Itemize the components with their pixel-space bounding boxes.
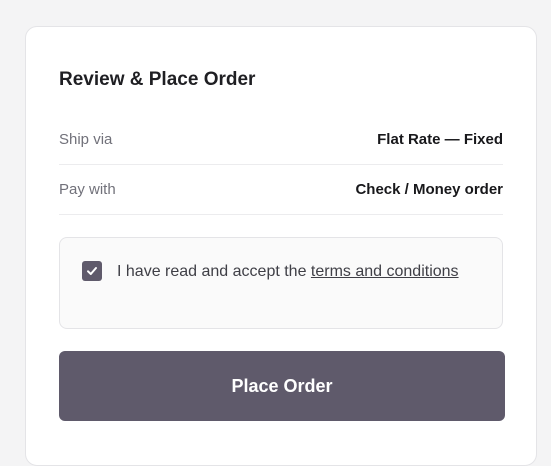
terms-and-conditions-link[interactable]: terms and conditions bbox=[311, 263, 459, 280]
payment-method-value: Check / Money order bbox=[355, 181, 503, 198]
payment-method-row: Pay with Check / Money order bbox=[59, 165, 503, 215]
shipping-method-label: Ship via bbox=[59, 131, 113, 148]
terms-label: I have read and accept the terms and con… bbox=[117, 260, 459, 284]
order-review-card: Review & Place Order Ship via Flat Rate … bbox=[25, 26, 537, 466]
shipping-method-value: Flat Rate — Fixed bbox=[377, 131, 503, 148]
checkmark-icon bbox=[87, 267, 97, 275]
terms-checkbox[interactable] bbox=[82, 261, 102, 281]
place-order-button[interactable]: Place Order bbox=[59, 351, 505, 421]
terms-agreement-box: I have read and accept the terms and con… bbox=[59, 237, 503, 329]
page-title: Review & Place Order bbox=[59, 69, 256, 90]
terms-text-prefix: I have read and accept the bbox=[117, 263, 311, 280]
payment-method-label: Pay with bbox=[59, 181, 116, 198]
shipping-method-row: Ship via Flat Rate — Fixed bbox=[59, 115, 503, 165]
